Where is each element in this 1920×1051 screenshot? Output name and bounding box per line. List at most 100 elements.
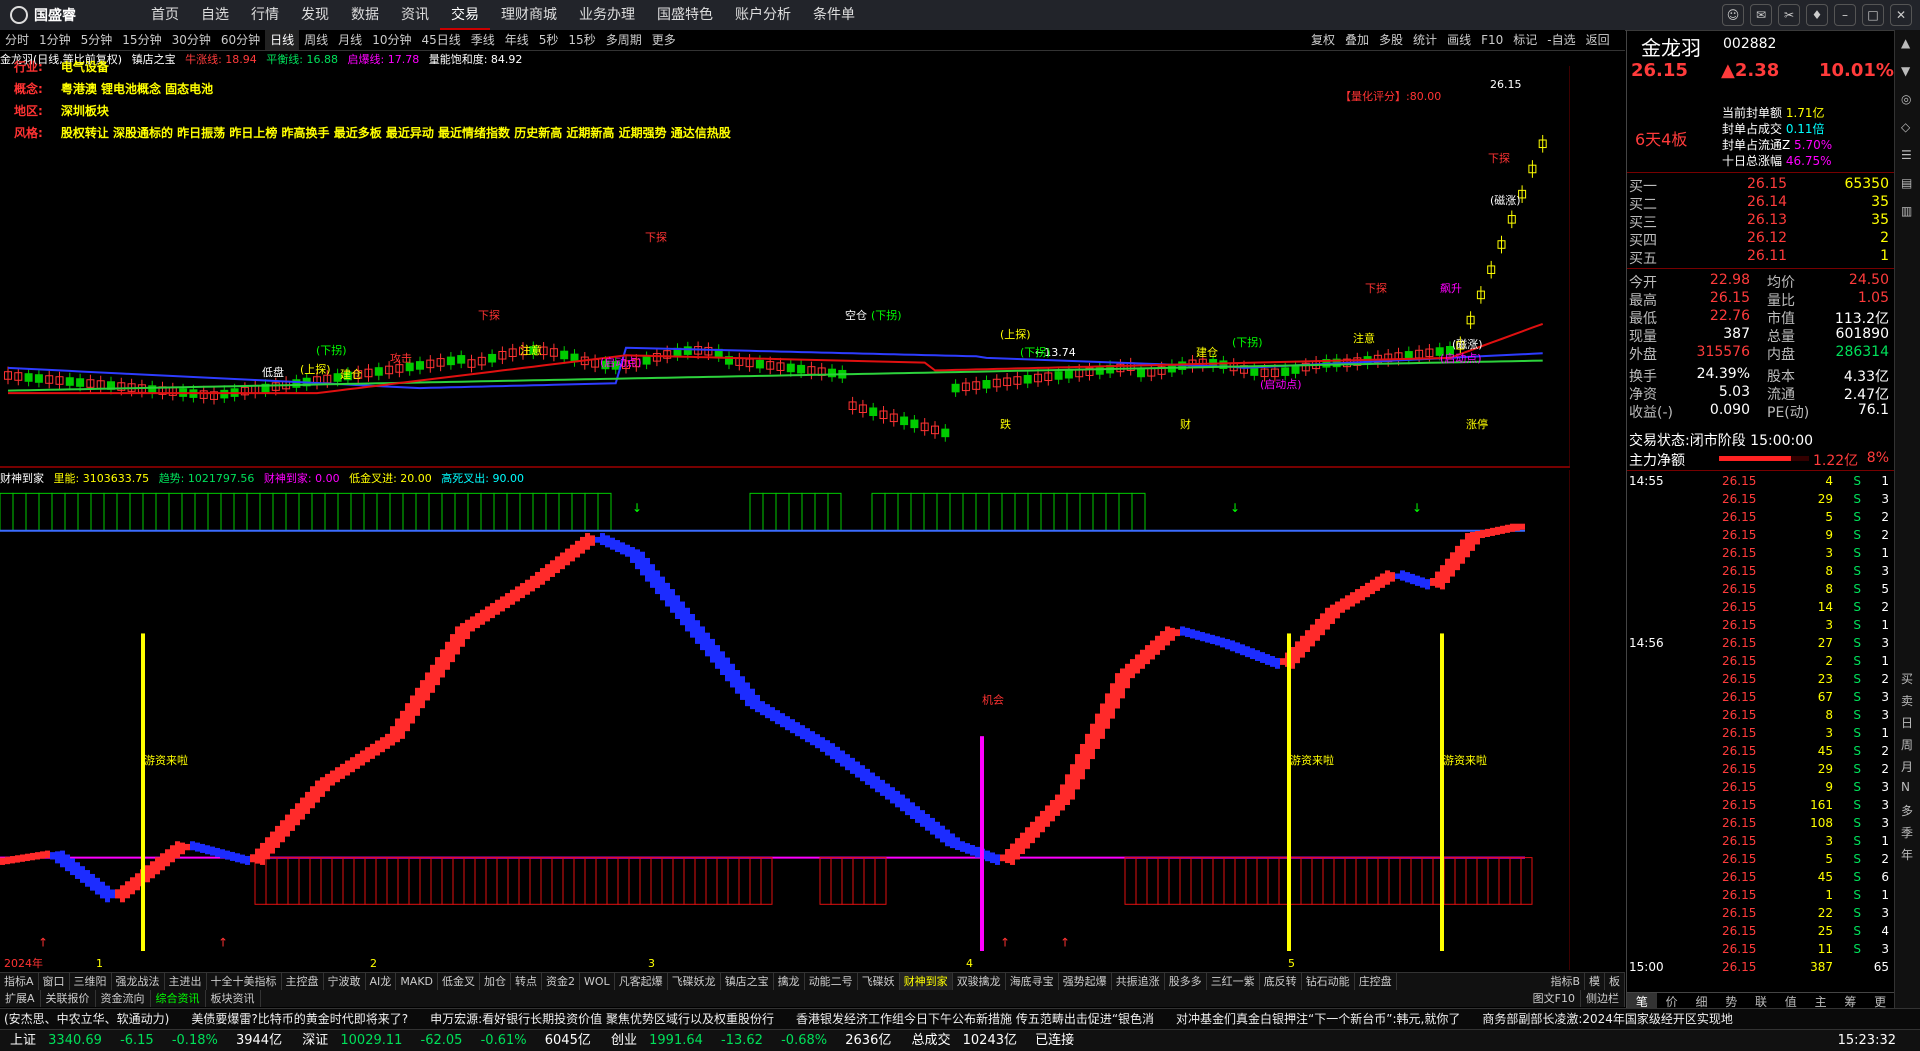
- indicator-tab[interactable]: 飞碟妖: [858, 973, 900, 990]
- tools-icon[interactable]: ✂: [1778, 4, 1800, 26]
- app-logo[interactable]: 国盛睿: [10, 4, 76, 26]
- chart-tool-button[interactable]: F10: [1476, 30, 1508, 50]
- maximize-icon[interactable]: □: [1862, 4, 1884, 26]
- order-book-row[interactable]: 买二 26.14 35: [1627, 194, 1895, 213]
- period-tab[interactable]: 分时: [0, 30, 34, 50]
- news-item[interactable]: 申万宏源:看好银行长期投资价值 聚焦优势区域行以及权重股份行: [426, 1009, 792, 1029]
- chart-divider[interactable]: [0, 466, 1570, 468]
- news-item[interactable]: (安杰思、中农立华、软通动力): [0, 1009, 187, 1029]
- menu-item[interactable]: 账户分析: [724, 0, 802, 30]
- indicator-tab[interactable]: WOL: [580, 973, 615, 990]
- order-book-row[interactable]: 买五 26.11 1: [1627, 248, 1895, 267]
- news-item[interactable]: 对冲基金们真金白银押注“下一个新台币”:韩元,就你了: [1172, 1009, 1478, 1029]
- indicator-tab[interactable]: 低金叉: [438, 973, 481, 990]
- indicator-tab[interactable]: 擒龙: [774, 973, 805, 990]
- period-tab[interactable]: 5秒: [534, 30, 564, 50]
- indicator-tab[interactable]: 十全十美指标: [207, 973, 282, 990]
- indicator-tab[interactable]: 三红一紫: [1207, 973, 1260, 990]
- indicator-tab[interactable]: 加仓: [480, 973, 512, 990]
- indicator-tab[interactable]: 庄控盘: [1355, 973, 1397, 990]
- panel-tab[interactable]: 笔: [1627, 993, 1657, 1009]
- news-item[interactable]: 香港银发经济工作组今日下午公布新措施 传五范畴出击促进“银色消: [792, 1009, 1172, 1029]
- period-tab[interactable]: 季线: [466, 30, 500, 50]
- news-item[interactable]: 美债要爆雷?比特币的黄金时代即将来了?: [187, 1009, 426, 1029]
- menu-item[interactable]: 发现: [290, 0, 340, 30]
- side-tool-icon[interactable]: ◇: [1901, 120, 1910, 134]
- side-tab[interactable]: 卖: [1901, 692, 1913, 709]
- sh-label[interactable]: 上证: [10, 1033, 36, 1048]
- indicator-tab[interactable]: MAKD: [396, 973, 439, 990]
- info-tab-right[interactable]: 图文F10: [1528, 990, 1581, 1007]
- side-tool-icon[interactable]: ▼: [1901, 64, 1910, 78]
- period-tab[interactable]: 1分钟: [34, 30, 76, 50]
- menu-item[interactable]: 资讯: [390, 0, 440, 30]
- connection-status[interactable]: 已连接: [1035, 1033, 1074, 1048]
- period-tab[interactable]: 15分钟: [117, 30, 166, 50]
- indicator-tab[interactable]: 股多多: [1165, 973, 1207, 990]
- info-tab[interactable]: 综合资讯: [151, 990, 206, 1007]
- message-icon[interactable]: ☺: [1722, 4, 1744, 26]
- indicator-tab[interactable]: 强龙战法: [112, 973, 165, 990]
- news-item[interactable]: 商务部副部长凌激:2024年国家级经开区实现地: [1478, 1009, 1751, 1029]
- info-tab-right[interactable]: 侧边栏: [1581, 990, 1625, 1007]
- close-icon[interactable]: ✕: [1890, 4, 1912, 26]
- indicator-tab[interactable]: 双骏擒龙: [953, 973, 1006, 990]
- chart-tool-button[interactable]: 返回: [1581, 30, 1615, 50]
- period-tab[interactable]: 周线: [299, 30, 333, 50]
- quote-stock-name[interactable]: 金龙羽: [1641, 32, 1701, 61]
- period-tab[interactable]: 15秒: [563, 30, 600, 50]
- chart-tool-button[interactable]: 统计: [1408, 30, 1442, 50]
- panel-tab[interactable]: 筹: [1835, 993, 1865, 1009]
- panel-tab[interactable]: 更: [1865, 993, 1895, 1009]
- indicator-tab[interactable]: 底反转: [1260, 973, 1302, 990]
- info-tab[interactable]: 板块资讯: [206, 990, 261, 1007]
- indicator-tab[interactable]: 财神到家: [899, 973, 953, 990]
- info-tab[interactable]: 资金流向: [96, 990, 151, 1007]
- skin-icon[interactable]: ♦: [1806, 4, 1828, 26]
- menu-item[interactable]: 交易: [440, 0, 490, 30]
- panel-tab[interactable]: 势: [1716, 993, 1746, 1009]
- menu-item[interactable]: 首页: [140, 0, 190, 30]
- period-tab[interactable]: 10分钟: [367, 30, 416, 50]
- menu-item[interactable]: 数据: [340, 0, 390, 30]
- chart-tool-button[interactable]: 标记: [1508, 30, 1542, 50]
- indicator2-name[interactable]: 财神到家: [0, 472, 44, 485]
- chart-tool-button[interactable]: 多股: [1374, 30, 1408, 50]
- side-tool-icon[interactable]: ▥: [1901, 204, 1912, 218]
- indicator-tab-right[interactable]: 指标B: [1546, 973, 1585, 990]
- panel-tab[interactable]: 值: [1776, 993, 1806, 1009]
- indicator-tab[interactable]: 海底寻宝: [1006, 973, 1059, 990]
- indicator-tab[interactable]: 主进出: [165, 973, 207, 990]
- indicator-tab[interactable]: AI龙: [366, 973, 397, 990]
- menu-item[interactable]: 国盛特色: [646, 0, 724, 30]
- panel-tab[interactable]: 价: [1657, 993, 1687, 1009]
- period-tab[interactable]: 更多: [647, 30, 681, 50]
- period-tab[interactable]: 多周期: [601, 30, 647, 50]
- minimize-icon[interactable]: –: [1834, 4, 1856, 26]
- indicator-tab[interactable]: 动能二号: [805, 973, 858, 990]
- panel-tab[interactable]: 细: [1687, 993, 1717, 1009]
- side-tool-icon[interactable]: ◎: [1901, 92, 1911, 106]
- side-tool-icon[interactable]: ☰: [1901, 148, 1912, 162]
- menu-item[interactable]: 业务办理: [568, 0, 646, 30]
- indicator-chart[interactable]: 100.090.0080.0070.0060.0050.0040.0030.00…: [0, 470, 1570, 970]
- side-tool-icon[interactable]: ▤: [1901, 176, 1912, 190]
- period-tab[interactable]: 5分钟: [76, 30, 118, 50]
- period-tab[interactable]: 日线: [265, 30, 300, 50]
- period-tab[interactable]: 60分钟: [216, 30, 265, 50]
- side-tab[interactable]: 日: [1901, 714, 1913, 731]
- indicator-tab[interactable]: 共振追涨: [1112, 973, 1165, 990]
- side-tab[interactable]: 周: [1901, 736, 1913, 753]
- indicator-tab[interactable]: 强势起爆: [1059, 973, 1112, 990]
- panel-tab[interactable]: 主: [1806, 993, 1836, 1009]
- order-book-row[interactable]: 买一 26.15 65350: [1627, 176, 1895, 195]
- indicator-tab[interactable]: 镇店之宝: [721, 973, 774, 990]
- chart-tool-button[interactable]: -自选: [1542, 30, 1580, 50]
- side-tool-icon[interactable]: ▲: [1901, 36, 1910, 50]
- indicator-tab[interactable]: 资金2: [542, 973, 581, 990]
- sz-label[interactable]: 深证: [302, 1033, 328, 1048]
- indicator-tab[interactable]: 窗口: [39, 973, 70, 990]
- period-tab[interactable]: 30分钟: [167, 30, 216, 50]
- indicator-tab[interactable]: 凡客起爆: [615, 973, 668, 990]
- mail-icon[interactable]: ✉: [1750, 4, 1772, 26]
